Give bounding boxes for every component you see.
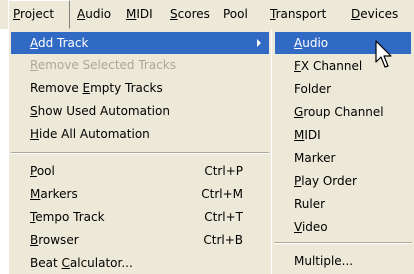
menu-item-tempo-track[interactable]: Tempo Track Ctrl+T bbox=[11, 206, 269, 228]
menu-item-add-track[interactable]: Add Track bbox=[11, 32, 269, 54]
submenu-arrow-icon bbox=[257, 39, 261, 47]
menu-item-remove-selected-tracks: Remove Selected Tracks bbox=[30, 58, 177, 72]
submenu-item-group-channel[interactable]: Group Channel bbox=[275, 101, 411, 123]
menu-item-remove-empty-tracks[interactable]: Remove Empty Tracks bbox=[11, 77, 269, 99]
menu-pool[interactable]: Pool bbox=[219, 0, 252, 29]
submenu-item-marker[interactable]: Marker bbox=[275, 147, 411, 169]
submenu-separator bbox=[274, 242, 412, 244]
submenu-item-midi[interactable]: MIDI bbox=[275, 124, 411, 146]
submenu-item-play-order[interactable]: Play Order bbox=[275, 170, 411, 192]
menu-separator bbox=[11, 152, 269, 154]
submenu-item-folder[interactable]: Folder bbox=[275, 78, 411, 100]
menu-devices[interactable]: Devices bbox=[347, 0, 402, 29]
menu-scores[interactable]: Scores bbox=[166, 0, 214, 29]
menu-midi[interactable]: MIDI bbox=[122, 0, 157, 29]
menu-bar: Project Audio MIDI Scores Pool Transport… bbox=[0, 0, 414, 29]
menu-item-markers[interactable]: Markers Ctrl+M bbox=[11, 183, 269, 205]
menu-item-beat-calculator[interactable]: Beat Calculator... bbox=[11, 252, 269, 274]
menu-transport[interactable]: Transport bbox=[266, 0, 330, 29]
submenu-item-ruler[interactable]: Ruler bbox=[275, 193, 411, 215]
menu-item-pool[interactable]: Pool Ctrl+P bbox=[11, 160, 269, 182]
shortcut-markers: Ctrl+M bbox=[201, 187, 243, 201]
menu-item-hide-all-automation[interactable]: Hide All Automation bbox=[11, 123, 269, 145]
submenu-item-video[interactable]: Video bbox=[275, 216, 411, 238]
menu-item-show-used-automation[interactable]: Show Used Automation bbox=[11, 100, 269, 122]
arrow-pointer-icon bbox=[375, 40, 392, 68]
project-menu: Add Track Remove Selected Tracks Remove … bbox=[8, 29, 272, 274]
menu-item-browser[interactable]: Browser Ctrl+B bbox=[11, 229, 269, 251]
menu-project[interactable]: Project bbox=[8, 0, 70, 29]
shortcut-pool: Ctrl+P bbox=[204, 164, 243, 178]
menu-audio[interactable]: Audio bbox=[73, 0, 115, 29]
shortcut-tempo-track: Ctrl+T bbox=[204, 210, 243, 224]
shortcut-browser: Ctrl+B bbox=[203, 233, 243, 247]
